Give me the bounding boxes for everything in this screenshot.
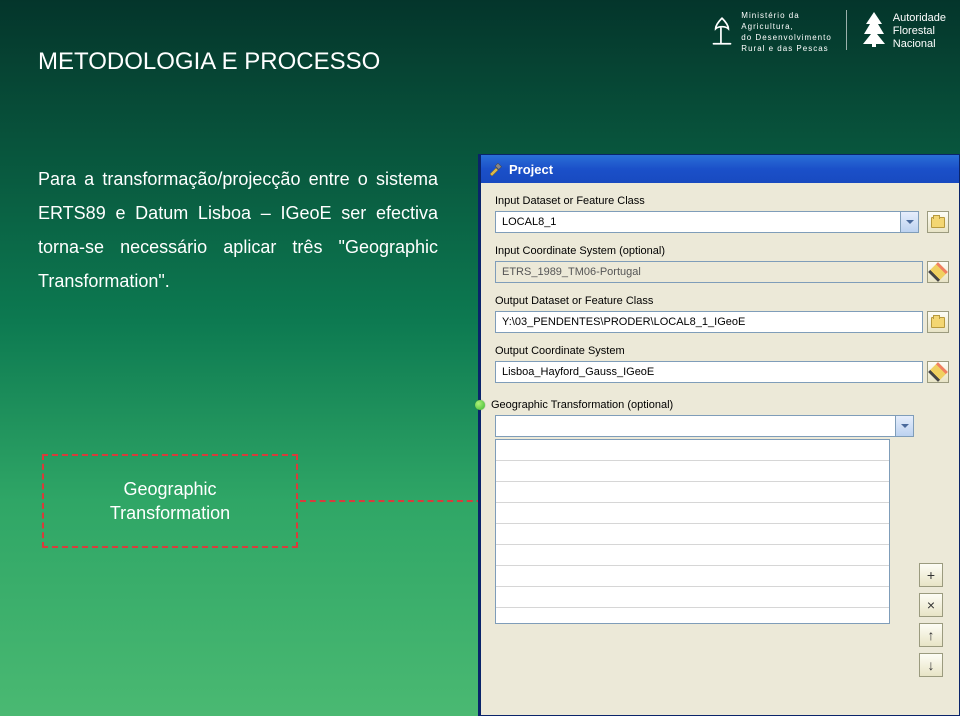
output-dataset-field[interactable]	[495, 311, 923, 333]
afn-text: Autoridade Florestal Nacional	[893, 12, 946, 51]
geo-trans-listbox[interactable]	[495, 439, 890, 624]
folder-icon	[931, 217, 945, 228]
output-dataset-browse[interactable]	[927, 311, 949, 333]
dialog-titlebar[interactable]: Project	[481, 155, 959, 183]
ministry-logo-block: Ministério da Agricultura, do Desenvolvi…	[709, 10, 831, 54]
list-item[interactable]	[496, 524, 889, 545]
label-input-dataset: Input Dataset or Feature Class	[495, 195, 949, 207]
geo-trans-field[interactable]	[495, 415, 914, 437]
move-down-button[interactable]: ↓	[919, 653, 943, 677]
list-item[interactable]	[496, 587, 889, 608]
afn-logo-block: Autoridade Florestal Nacional	[861, 10, 946, 53]
hammer-icon	[487, 161, 503, 177]
callout-line1: Geographic	[123, 477, 216, 501]
list-item[interactable]	[496, 440, 889, 461]
list-item[interactable]	[496, 482, 889, 503]
pine-tree-icon	[861, 10, 887, 53]
project-dialog: Project Input Dataset or Feature Class I…	[478, 154, 960, 716]
slide-body-text: Para a transformação/projecção entre o s…	[38, 162, 438, 298]
tree-icon	[709, 16, 735, 48]
label-output-cs: Output Coordinate System	[495, 345, 949, 357]
geo-trans-dropdown[interactable]	[895, 416, 913, 436]
callout-line2: Transformation	[110, 501, 230, 525]
input-cs-edit[interactable]	[927, 261, 949, 283]
output-cs-edit[interactable]	[927, 361, 949, 383]
add-button[interactable]: +	[919, 563, 943, 587]
slide-background: Ministério da Agricultura, do Desenvolvi…	[0, 0, 960, 716]
input-dataset-browse[interactable]	[927, 211, 949, 233]
pencil-icon	[928, 362, 948, 382]
remove-button[interactable]: ×	[919, 593, 943, 617]
slide-title: METODOLOGIA E PROCESSO	[38, 48, 380, 76]
list-item[interactable]	[496, 461, 889, 482]
list-side-buttons: + × ↑ ↓	[919, 563, 943, 677]
input-dataset-field[interactable]	[495, 211, 919, 233]
label-geo-trans: Geographic Transformation (optional)	[495, 399, 949, 411]
dialog-body: Input Dataset or Feature Class Input Coo…	[481, 183, 959, 624]
required-indicator-icon	[475, 400, 485, 410]
chevron-down-icon	[906, 220, 914, 224]
label-output-dataset: Output Dataset or Feature Class	[495, 295, 949, 307]
label-input-cs: Input Coordinate System (optional)	[495, 245, 949, 257]
list-item[interactable]	[496, 503, 889, 524]
move-up-button[interactable]: ↑	[919, 623, 943, 647]
input-dataset-dropdown[interactable]	[900, 212, 918, 232]
callout-box: Geographic Transformation	[42, 454, 298, 548]
header-logos: Ministério da Agricultura, do Desenvolvi…	[709, 10, 946, 54]
folder-icon	[931, 317, 945, 328]
output-cs-field[interactable]	[495, 361, 923, 383]
dialog-title: Project	[509, 162, 553, 177]
logo-divider	[846, 10, 847, 50]
chevron-down-icon	[901, 424, 909, 428]
list-item[interactable]	[496, 566, 889, 587]
input-cs-field	[495, 261, 923, 283]
list-item[interactable]	[496, 545, 889, 566]
pencil-icon	[928, 262, 948, 282]
ministry-text: Ministério da Agricultura, do Desenvolvi…	[741, 10, 831, 54]
